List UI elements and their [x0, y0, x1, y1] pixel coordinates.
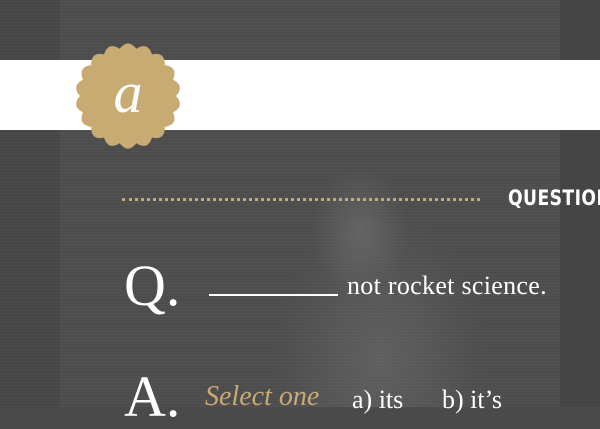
- select-prompt: Select one: [205, 381, 320, 412]
- answer-blank: [209, 294, 338, 296]
- question-prefix: Q.: [124, 253, 181, 318]
- scalloped-badge: a: [73, 42, 183, 150]
- option-b[interactable]: b) it’s: [442, 385, 502, 415]
- dotted-divider: [122, 198, 480, 201]
- option-a[interactable]: a) its: [352, 385, 403, 415]
- section-label: QUESTION: [508, 186, 600, 210]
- question-text: not rocket science.: [347, 271, 547, 300]
- badge-letter: a: [113, 60, 143, 125]
- answer-prefix: A.: [124, 364, 181, 429]
